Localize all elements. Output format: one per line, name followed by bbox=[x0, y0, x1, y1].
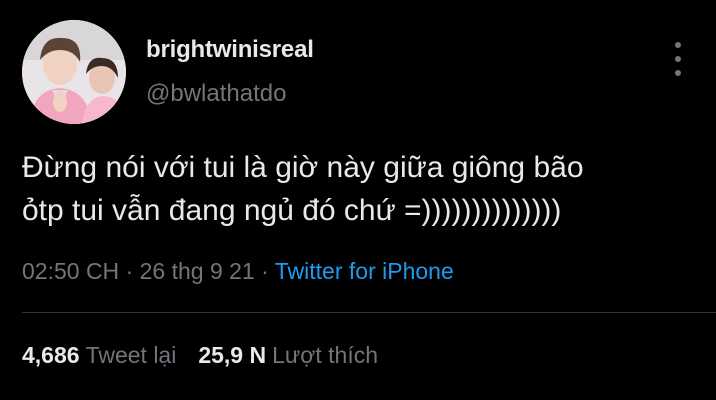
likes-count: 25,9 N bbox=[198, 342, 267, 368]
retweets-stat[interactable]: 4,686 Tweet lại bbox=[22, 342, 176, 369]
likes-stat[interactable]: 25,9 N Lượt thích bbox=[198, 342, 378, 369]
tweet-source-link[interactable]: Twitter for iPhone bbox=[275, 258, 454, 284]
tweet-date[interactable]: 26 thg 9 21 bbox=[140, 258, 255, 284]
avatar-photo bbox=[22, 20, 126, 124]
tweet-text: Đừng nói với tui là giờ này giữa giông b… bbox=[22, 151, 584, 227]
more-vertical-icon bbox=[675, 56, 681, 62]
tweet-metadata: 02:50 CH · 26 thg 9 21 · Twitter for iPh… bbox=[22, 258, 454, 285]
more-options-button[interactable] bbox=[668, 42, 688, 76]
user-handle[interactable]: @bwlathatdo bbox=[146, 80, 286, 108]
meta-separator: · bbox=[261, 258, 269, 284]
more-vertical-icon bbox=[675, 70, 681, 76]
tweet-time[interactable]: 02:50 CH bbox=[22, 258, 119, 284]
tweet-detail: brightwinisreal @bwlathatdo Đừng nói với… bbox=[0, 0, 716, 400]
retweets-label: Tweet lại bbox=[85, 342, 177, 368]
tweet-stats: 4,686 Tweet lại 25,9 N Lượt thích bbox=[22, 342, 378, 369]
meta-separator: · bbox=[125, 258, 134, 284]
more-vertical-icon bbox=[675, 42, 681, 48]
display-name[interactable]: brightwinisreal bbox=[146, 36, 314, 64]
likes-label: Lượt thích bbox=[272, 342, 379, 368]
avatar[interactable] bbox=[22, 20, 126, 124]
retweets-count: 4,686 bbox=[22, 342, 80, 368]
divider bbox=[22, 312, 716, 313]
